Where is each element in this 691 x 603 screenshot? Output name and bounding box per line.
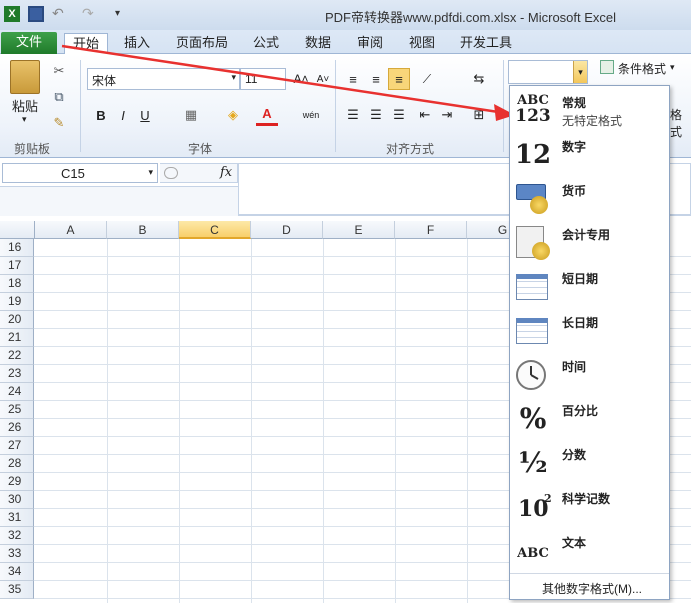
text-abc-icon: ABC [517,546,549,561]
menu-item-time[interactable]: 时间 [510,352,669,396]
menu-item-scientific[interactable]: 10 2 科学记数 [510,484,669,528]
clock-face [516,360,546,390]
abc123-icon: ABC 123 [514,94,552,128]
menu-item-label: 长日期 [562,316,599,330]
currency-icon [514,182,552,216]
fraction-icon: ½ [518,446,548,479]
menu-item-general[interactable]: ABC 123 常规 无特定格式 [510,88,669,132]
menu-item-currency[interactable]: 货币 [510,176,669,220]
menu-item-label: 短日期 [562,272,599,286]
menu-item-fraction[interactable]: ½ 分数 [510,440,669,484]
clock-icon [514,358,552,392]
arrow-line [61,44,506,115]
menu-item-label: 分数 [562,448,587,462]
menu-item-label: 会计专用 [562,228,611,242]
menu-item-label: 科学记数 [562,492,611,506]
menu-item-short-date[interactable]: 短日期 [510,264,669,308]
coin-shape [530,196,548,214]
menu-item-long-date[interactable]: 长日期 [510,308,669,352]
icon-exponent-text: 2 [544,492,552,505]
more-number-formats[interactable]: 其他数字格式(M)... [510,573,669,599]
menu-item-description: 无特定格式 [562,114,623,128]
coin-shape [532,242,550,260]
icon-123-text: 123 [515,106,551,126]
menu-item-number[interactable]: 12 数字 [510,132,669,176]
accounting-icon [514,226,552,260]
calendar-shape [516,274,548,300]
calendar-shape [516,318,548,344]
short-date-icon [514,270,552,304]
menu-item-label: 货币 [562,184,587,198]
number-12-icon: 12 [514,140,552,170]
menu-item-accounting[interactable]: 会计专用 [510,220,669,264]
percent-icon: % [519,402,547,435]
scientific-icon: 10 2 [514,490,552,524]
menu-item-label: 常规 [562,96,587,110]
menu-item-label: 文本 [562,536,587,550]
menu-item-label: 数字 [562,140,587,154]
menu-item-label: 百分比 [562,404,599,418]
menu-item-percent[interactable]: % 百分比 [510,396,669,440]
number-format-menu: ABC 123 常规 无特定格式 12 数字 货币 会计专用 短日期 长日期 时… [509,85,670,600]
menu-item-text[interactable]: ABC 文本 [510,528,669,572]
menu-item-label: 时间 [562,360,587,374]
long-date-icon [514,314,552,348]
